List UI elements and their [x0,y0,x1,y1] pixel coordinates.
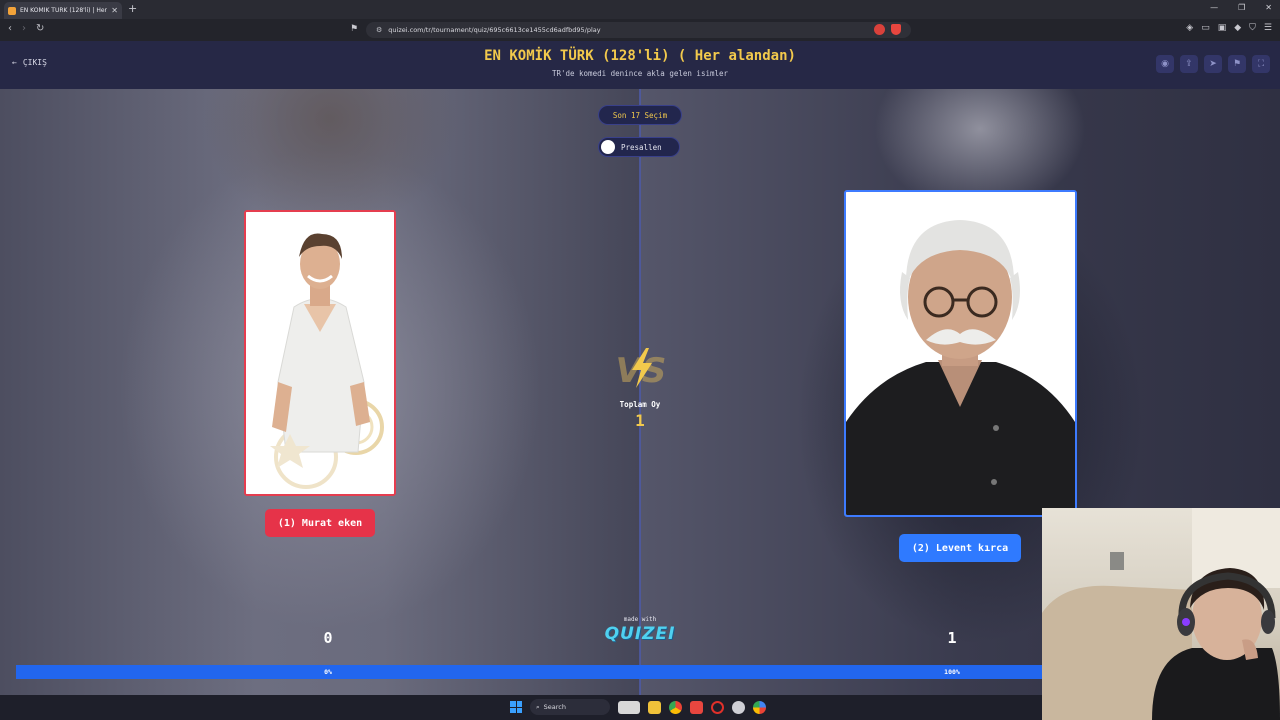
extension-icons: ◈ ▭ ▣ ◆ ⛉ ☰ [1186,23,1272,33]
search-icon: ⌕ [536,702,540,711]
window-controls: — ❐ ✕ [1210,3,1272,12]
back-arrow-icon[interactable]: ‹ [8,23,12,34]
file-explorer-icon[interactable] [648,700,661,714]
url-text: quizei.com/tr/tournament/quiz/695c6613ce… [388,26,601,34]
header-actions: ◉ ⇪ ➤ ⚑ ⛶ [1156,55,1270,73]
page-subtitle: TR'de komedi denince akla gelen isimler [551,69,729,78]
page-title: EN KOMİK TÜRK (128'li) ( Her alandan) [484,48,796,64]
streamer-image [1042,508,1280,720]
vote-button-right[interactable]: (2) Levent kırca [899,534,1021,562]
close-tab-icon[interactable]: ✕ [111,6,118,15]
page-header: ← ÇIKIŞ EN KOMİK TÜRK (128'li) ( Her ala… [0,41,1280,89]
tab-title: EN KOMİK TÜRK (128'li) | Her al... [20,7,107,14]
forward-arrow-icon[interactable]: › [22,23,26,34]
contestant-card-right[interactable] [844,190,1077,517]
widgets-icon[interactable] [618,700,640,714]
vs-lightning-icon: VS [616,348,666,390]
percent-left: 0% [324,668,332,676]
total-votes-value: 1 [635,411,645,430]
wallet-icon[interactable]: ▣ [1218,23,1227,33]
chrome-icon[interactable] [669,700,682,714]
menu-icon[interactable]: ☰ [1264,23,1272,33]
windows-start-icon[interactable] [510,701,522,713]
vpn-icon[interactable]: ◆ [1234,23,1241,33]
percent-right: 100% [944,668,960,676]
fullscreen-icon[interactable]: ⛶ [1252,55,1270,73]
new-tab-icon[interactable]: + [128,2,137,15]
flag-icon[interactable]: ⚑ [1228,55,1246,73]
eye-icon[interactable]: ◉ [1156,55,1174,73]
total-votes-label: Toplam Oy [619,400,661,409]
browser-app-icon[interactable] [753,700,766,714]
taskbar-search[interactable]: ⌕ Search [530,699,610,715]
center-divider [639,89,641,695]
browser-tab[interactable]: EN KOMİK TÜRK (128'li) | Her al... ✕ [4,2,122,19]
close-window-icon[interactable]: ✕ [1265,3,1272,12]
restore-icon[interactable]: ❐ [1238,3,1245,12]
url-field[interactable]: ⚑ ⚙ quizei.com/tr/tournament/quiz/695c66… [350,22,911,38]
taskbar-search-label: Search [543,703,566,711]
share-icon[interactable]: ⇪ [1180,55,1198,73]
score-right: 1 [947,629,957,647]
score-left: 0 [323,629,333,647]
sidebar-icon[interactable]: ▭ [1201,23,1210,33]
webcam-overlay [1042,508,1280,720]
extension-icon[interactable]: ◈ [1186,23,1193,33]
address-bar-row: ‹ › ↻ ⚑ ⚙ quizei.com/tr/tournament/quiz/… [0,19,1280,41]
vote-button-left[interactable]: (1) Murat eken [265,509,375,537]
made-with-label: made with [623,616,657,623]
brave-icon[interactable] [690,700,703,714]
os-taskbar: ⌕ Search [0,695,1042,720]
contestant-card-left[interactable] [244,210,396,496]
presallen-toggle[interactable]: Presallen [598,137,680,157]
settings-icon[interactable] [732,700,745,714]
toggle-knob [601,140,615,154]
brave-shield-icon[interactable] [891,24,901,35]
bookmark-icon[interactable]: ⚑ [350,24,358,34]
last-choices-button[interactable]: Son 17 Seçim [598,105,682,125]
browser-tab-bar: EN KOMİK TÜRK (128'li) | Her al... ✕ + —… [0,0,1280,19]
taskbar-items: ⌕ Search [510,699,766,715]
quizei-logo[interactable]: QUIZEI [595,624,685,644]
presallen-label: Presallen [621,142,662,152]
shield-icon[interactable]: ⛉ [1249,23,1256,33]
minimize-icon[interactable]: — [1210,3,1218,12]
site-favicon-icon [8,6,16,15]
notification-icon[interactable] [874,24,885,35]
vote-progress-right [16,665,1042,679]
site-info-icon[interactable]: ⚙ [376,26,382,34]
contestant-photo-right [846,192,1075,515]
opera-icon[interactable] [711,700,724,714]
contestant-photo-left [246,212,394,494]
send-icon[interactable]: ➤ [1204,55,1222,73]
reload-icon[interactable]: ↻ [36,23,44,34]
